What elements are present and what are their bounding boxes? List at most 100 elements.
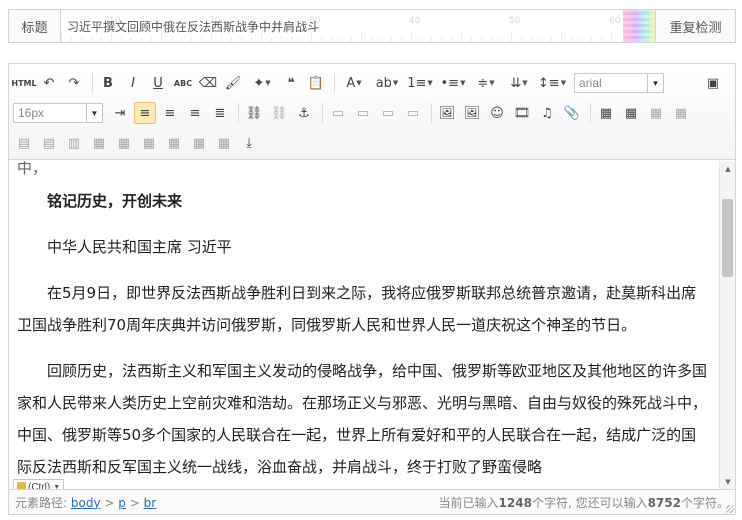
editor-content[interactable]: 中， 铭记历史，开创未来 中华人民共和国主席 习近平 在5月9日，即世界反法西斯… [9,161,719,490]
table-caption-button[interactable]: ▦ [670,102,692,124]
delete-table-button[interactable]: ▦ [645,102,667,124]
title-input[interactable] [61,10,621,42]
underline-icon: U [153,75,163,91]
format-painter-button[interactable]: 🖌 [222,72,244,94]
italic-button[interactable]: I [122,72,144,94]
italic-icon: I [131,75,135,91]
line-spacing-icon: ≑ [477,75,489,91]
color-picker-icon[interactable] [623,10,655,42]
chevron-down-icon[interactable]: ▼ [647,74,663,92]
article-paragraph: 回顾历史，法西斯主义和军国主义发动的侵略战争，给中国、俄罗斯等欧亚地区及其他地区… [17,362,708,476]
insert-row-button[interactable]: ▤ [13,132,35,154]
ordered-list-button[interactable]: 1≡ ▼ [405,72,435,94]
page-break-icon: ⤓ [246,135,252,151]
float-right-icon: ▭ [406,105,420,121]
split-cells-button[interactable]: ▦ [163,132,185,154]
font-family-select-value: arial [579,76,602,90]
recheck-button[interactable]: 重复检测 [655,10,735,42]
multi-image-icon: 🖼 [463,105,481,121]
font-family-select[interactable]: arial ▼ [574,73,664,93]
indent-button[interactable]: ⇥ [109,102,131,124]
path-link-p[interactable]: p [118,496,126,510]
insert-table-button[interactable]: ▦ [620,102,642,124]
path-link-body[interactable]: body [71,496,101,510]
delete-row-button[interactable]: ▤ [38,132,60,154]
undo-button[interactable]: ↶ [38,72,60,94]
unlink-button[interactable]: ⛓ [268,102,290,124]
merge-cells-icon: ▦ [92,135,106,151]
video-button[interactable]: 🎞 [511,102,533,124]
underline-button[interactable]: U [147,72,169,94]
float-center-icon: ▭ [381,105,395,121]
delete-row-icon: ▤ [42,135,56,151]
highlight-button[interactable]: ab ▼ [372,72,402,94]
float-right-button[interactable]: ▭ [402,102,424,124]
split-cols-icon: ▦ [217,135,231,151]
emoticon-button[interactable]: ☺ [486,102,508,124]
fullscreen-button[interactable]: ▣ [702,72,724,94]
link-button[interactable]: ⛓ [243,102,265,124]
anchor-icon: ⚓ [298,105,310,121]
music-button[interactable]: ♫ [536,102,558,124]
split-cols-button[interactable]: ▦ [213,132,235,154]
content-scrollbar[interactable]: ▲ ▼ [719,161,735,490]
float-left-button[interactable]: ▭ [352,102,374,124]
merge-right-icon: ▦ [117,135,131,151]
attachment-button[interactable]: 📎 [561,102,583,124]
paste-text-button[interactable]: 📋 [305,72,327,94]
chevron-down-icon: ▼ [522,79,528,87]
split-rows-button[interactable]: ▦ [188,132,210,154]
line-spacing-button[interactable]: ≑ ▼ [471,72,501,94]
toolbar-separator [431,103,432,123]
insert-col-button[interactable]: ▥ [63,132,85,154]
float-none-icon: ▭ [331,105,345,121]
font-color-button[interactable]: A ▼ [339,72,369,94]
resize-grip-icon[interactable] [726,505,734,513]
justify-icon: ≣ [214,105,226,121]
unordered-list-icon: •≡ [440,75,460,91]
unordered-list-button[interactable]: •≡ ▼ [438,72,468,94]
merge-right-button[interactable]: ▦ [113,132,135,154]
align-left-button[interactable]: ≡ [134,102,156,124]
count-prefix: 当前已输入 [438,495,499,510]
align-center-button[interactable]: ≡ [159,102,181,124]
image-grid-button[interactable]: ▦ [595,102,617,124]
justify-button[interactable]: ≣ [209,102,231,124]
blockquote-button[interactable]: ❝ [280,72,302,94]
merge-down-button[interactable]: ▦ [138,132,160,154]
image-button[interactable]: 🖼 [436,102,458,124]
merge-cells-button[interactable]: ▦ [88,132,110,154]
redo-icon: ↷ [68,75,80,91]
toolbar-row-2: 16px ▼ ⇥ ≡ ≡ ≡ ≣ ⛓ ⛓ ⚓ ▭ ▭ ▭ ▭ 🖼 🖼 ☺ 🎞 ♫ 📎 ▦ ▦ ▦ ▦ [13,100,695,126]
scroll-down-icon[interactable]: ▼ [720,474,736,490]
chevron-down-icon[interactable]: ▼ [86,104,102,122]
html-source-button[interactable]: HTML [11,72,36,94]
align-right-button[interactable]: ≡ [184,102,206,124]
magic-wand-button[interactable]: ✦ ▼ [247,72,277,94]
strikethrough-button[interactable]: ABC [172,72,194,94]
delete-table-icon: ▦ [649,105,663,121]
count-mid: 个字符, 您还可以输入 [531,495,648,510]
path-link-br[interactable]: br [144,496,157,510]
row-height-button[interactable]: ↕≡ ▼ [537,72,567,94]
anchor-button[interactable]: ⚓ [293,102,315,124]
multi-image-button[interactable]: 🖼 [461,102,483,124]
chevron-down-icon: ▼ [427,79,433,87]
paragraph-spacing-button[interactable]: ⇊ ▼ [504,72,534,94]
float-center-button[interactable]: ▭ [377,102,399,124]
rich-text-editor: HTML ↶ ↷ B I U ABC ⌫ 🖌 ✦ ▼ ❝ 📋 A ▼ ab ▼ 1≡ ▼ •≡ ▼ ≑ ▼ ⇊ ▼ ↕≡ ▼ aria… [8,63,736,515]
scroll-thumb[interactable] [722,199,733,277]
content-lead: 中， [17,161,48,175]
eraser-button[interactable]: ⌫ [197,72,219,94]
strikethrough-icon: ABC [173,78,193,88]
align-center-icon: ≡ [164,105,176,121]
redo-button[interactable]: ↷ [63,72,85,94]
chevron-down-icon: ▼ [560,79,567,87]
bold-button[interactable]: B [97,72,119,94]
font-size-select-value: 16px [18,106,45,120]
float-none-button[interactable]: ▭ [327,102,349,124]
scroll-up-icon[interactable]: ▲ [720,161,736,177]
font-size-select[interactable]: 16px ▼ [13,103,103,123]
page-break-button[interactable]: ⤓ [238,132,260,154]
path-separator: > [104,495,115,510]
